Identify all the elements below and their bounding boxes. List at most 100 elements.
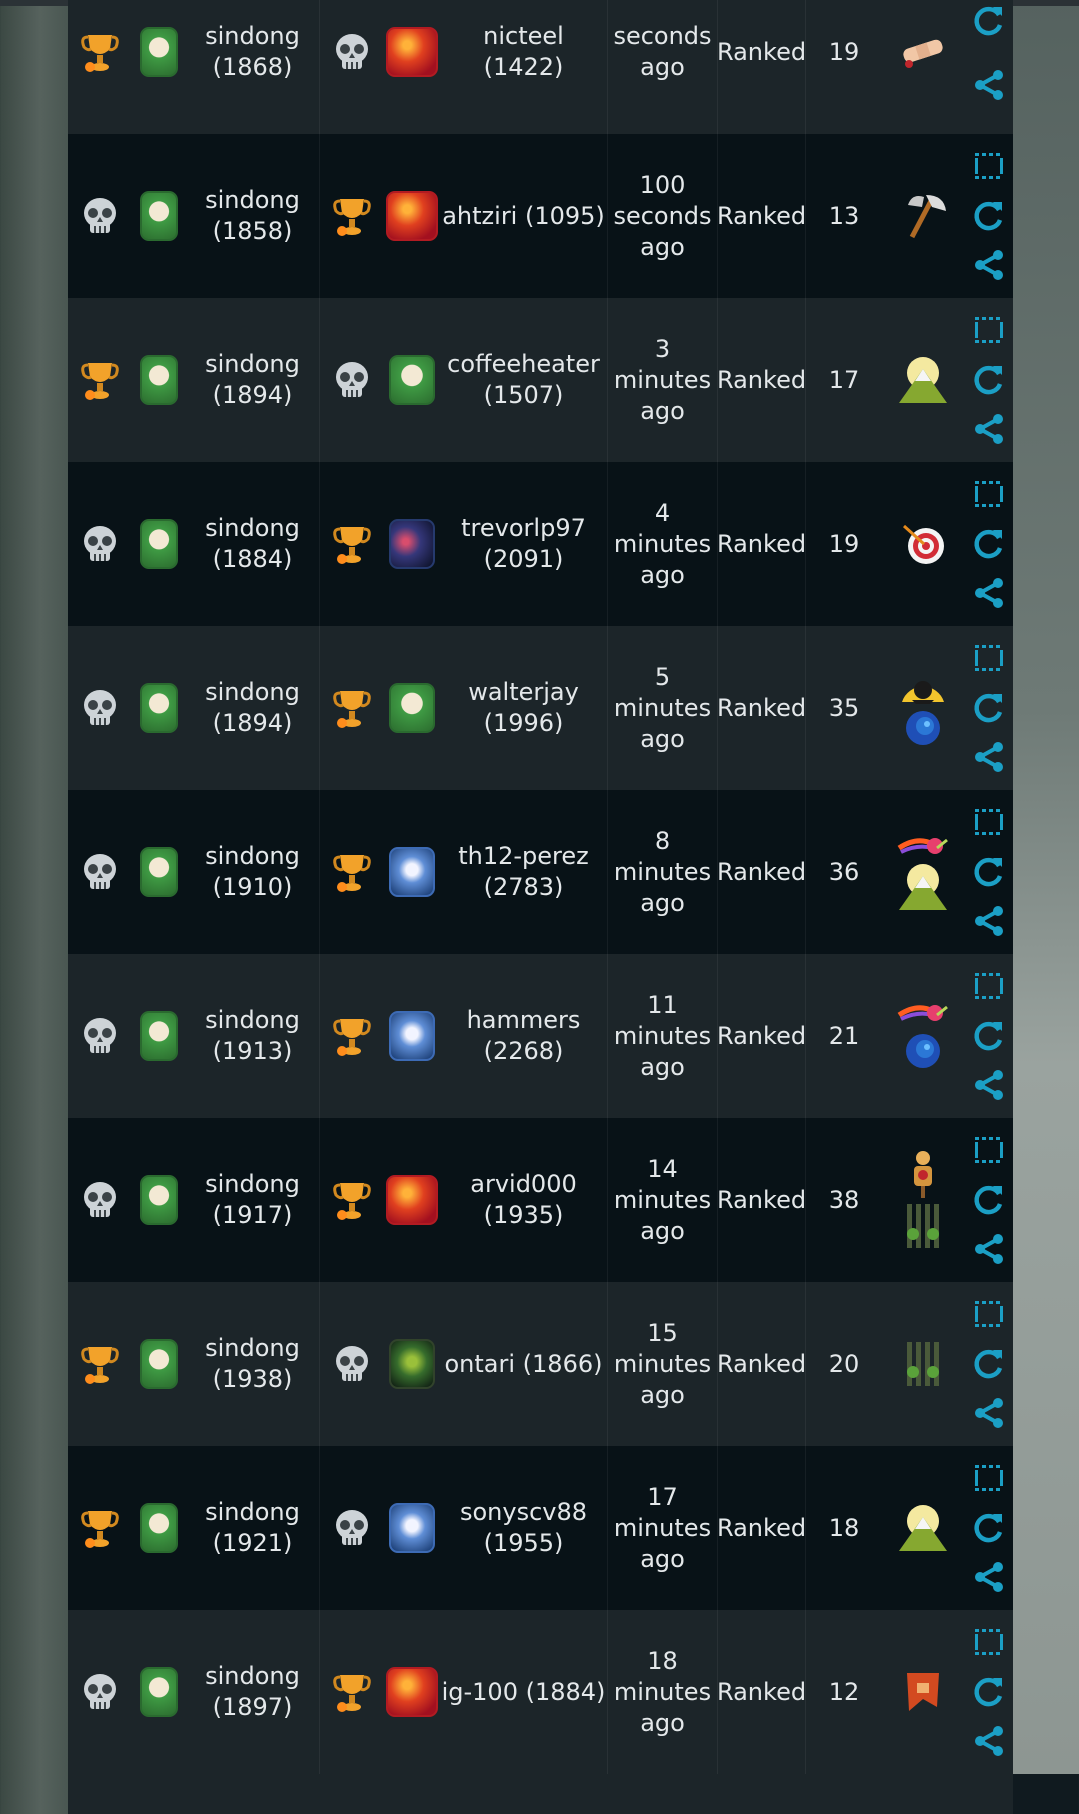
avatar[interactable] bbox=[140, 519, 178, 569]
refresh-icon[interactable] bbox=[972, 1510, 1006, 1544]
player1-info[interactable]: sindong (1910) bbox=[186, 790, 320, 954]
replay-icon[interactable] bbox=[973, 971, 1005, 1001]
player1-name[interactable]: sindong bbox=[205, 1005, 300, 1036]
share-icon[interactable] bbox=[972, 249, 1006, 281]
player2-label[interactable]: arvid000 (1935) bbox=[440, 1169, 607, 1231]
player1-info[interactable]: sindong (1921) bbox=[186, 1446, 320, 1610]
avatar[interactable] bbox=[386, 191, 438, 241]
player1-name[interactable]: sindong bbox=[205, 1497, 300, 1528]
player2-label[interactable]: ahtziri (1095) bbox=[442, 201, 605, 232]
player2-label[interactable]: sonyscv88 (1955) bbox=[440, 1497, 607, 1559]
share-icon[interactable] bbox=[972, 413, 1006, 445]
share-icon[interactable] bbox=[972, 1233, 1006, 1265]
avatar[interactable] bbox=[140, 1339, 178, 1389]
avatar[interactable] bbox=[389, 519, 435, 569]
avatar[interactable] bbox=[140, 847, 178, 897]
match-row[interactable]: sindong (1894) coffeeheater (1507) 3 minutes… bbox=[68, 298, 1013, 462]
avatar[interactable] bbox=[389, 1339, 435, 1389]
match-row[interactable]: sindong (1938) ontari (1866) 15 minutes ago Ra… bbox=[68, 1282, 1013, 1446]
avatar[interactable] bbox=[389, 1011, 435, 1061]
player1-info[interactable]: sindong (1897) bbox=[186, 1610, 320, 1774]
match-row[interactable]: sindong (1910) th12-perez (2783) 8 minutes ag… bbox=[68, 790, 1013, 954]
avatar[interactable] bbox=[140, 1503, 178, 1553]
player2-label[interactable]: coffeeheater (1507) bbox=[440, 349, 607, 411]
player1-name[interactable]: sindong bbox=[205, 513, 300, 544]
share-icon[interactable] bbox=[972, 69, 1006, 101]
share-icon[interactable] bbox=[972, 1725, 1006, 1757]
player2-info[interactable]: walterjay (1996) bbox=[440, 626, 608, 790]
replay-icon[interactable] bbox=[973, 479, 1005, 509]
player2-info[interactable]: nicteel (1422) bbox=[440, 0, 608, 134]
replay-icon[interactable] bbox=[973, 1463, 1005, 1493]
replay-icon[interactable] bbox=[973, 807, 1005, 837]
avatar[interactable] bbox=[389, 683, 435, 733]
replay-icon[interactable] bbox=[973, 315, 1005, 345]
avatar[interactable] bbox=[140, 191, 178, 241]
player2-label[interactable]: hammers (2268) bbox=[440, 1005, 607, 1067]
match-row[interactable]: sindong (1917) arvid000 (1935) 14 minutes ago… bbox=[68, 1118, 1013, 1282]
replay-icon[interactable] bbox=[973, 1135, 1005, 1165]
share-icon[interactable] bbox=[972, 577, 1006, 609]
player2-info[interactable]: hammers (2268) bbox=[440, 954, 608, 1118]
player1-info[interactable]: sindong (1894) bbox=[186, 298, 320, 462]
player1-info[interactable]: sindong (1894) bbox=[186, 626, 320, 790]
player2-label[interactable]: ig-100 (1884) bbox=[442, 1677, 606, 1708]
player1-name[interactable]: sindong bbox=[205, 1333, 300, 1364]
player1-info[interactable]: sindong (1917) bbox=[186, 1118, 320, 1282]
refresh-icon[interactable] bbox=[972, 1674, 1006, 1708]
replay-icon[interactable] bbox=[973, 151, 1005, 181]
refresh-icon[interactable] bbox=[972, 690, 1006, 724]
player2-info[interactable]: sonyscv88 (1955) bbox=[440, 1446, 608, 1610]
share-icon[interactable] bbox=[972, 1069, 1006, 1101]
refresh-icon[interactable] bbox=[972, 3, 1006, 37]
refresh-icon[interactable] bbox=[972, 1018, 1006, 1052]
share-icon[interactable] bbox=[972, 1397, 1006, 1429]
refresh-icon[interactable] bbox=[972, 854, 1006, 888]
player1-name[interactable]: sindong bbox=[205, 349, 300, 380]
player2-info[interactable]: th12-perez (2783) bbox=[440, 790, 608, 954]
match-row[interactable]: sindong (1868) nicteel (1422) seconds ago Ran… bbox=[68, 0, 1013, 134]
player1-name[interactable]: sindong bbox=[205, 21, 300, 52]
player2-label[interactable]: trevorlp97 (2091) bbox=[440, 513, 607, 575]
player2-label[interactable]: th12-perez (2783) bbox=[440, 841, 607, 903]
player2-label[interactable]: walterjay (1996) bbox=[440, 677, 607, 739]
replay-icon[interactable] bbox=[973, 1299, 1005, 1329]
player1-info[interactable]: sindong (1938) bbox=[186, 1282, 320, 1446]
share-icon[interactable] bbox=[972, 1561, 1006, 1593]
avatar[interactable] bbox=[389, 1503, 435, 1553]
refresh-icon[interactable] bbox=[972, 198, 1006, 232]
avatar[interactable] bbox=[386, 1175, 438, 1225]
avatar[interactable] bbox=[140, 1175, 178, 1225]
refresh-icon[interactable] bbox=[972, 1182, 1006, 1216]
player2-label[interactable]: ontari (1866) bbox=[445, 1349, 603, 1380]
avatar[interactable] bbox=[140, 1667, 178, 1717]
match-row[interactable]: sindong (1884) trevorlp97 (2091) 4 minutes ag… bbox=[68, 462, 1013, 626]
player2-info[interactable]: ontari (1866) bbox=[440, 1282, 608, 1446]
player2-info[interactable]: ig-100 (1884) bbox=[440, 1610, 608, 1774]
player1-info[interactable]: sindong (1913) bbox=[186, 954, 320, 1118]
match-row[interactable]: sindong (1913) hammers (2268) 11 minutes ago R… bbox=[68, 954, 1013, 1118]
avatar[interactable] bbox=[386, 1667, 438, 1717]
avatar[interactable] bbox=[140, 355, 178, 405]
player1-info[interactable]: sindong (1868) bbox=[186, 0, 320, 134]
player1-name[interactable]: sindong bbox=[205, 185, 300, 216]
replay-icon[interactable] bbox=[973, 643, 1005, 673]
player2-info[interactable]: ahtziri (1095) bbox=[440, 134, 608, 298]
player2-info[interactable]: arvid000 (1935) bbox=[440, 1118, 608, 1282]
avatar[interactable] bbox=[140, 27, 178, 77]
player1-name[interactable]: sindong bbox=[205, 1661, 300, 1692]
match-row[interactable]: sindong (1921) sonyscv88 (1955) 17 minutes ag… bbox=[68, 1446, 1013, 1610]
player1-info[interactable]: sindong (1858) bbox=[186, 134, 320, 298]
avatar[interactable] bbox=[389, 847, 435, 897]
avatar[interactable] bbox=[140, 1011, 178, 1061]
match-row[interactable]: sindong (1858) ahtziri (1095) 100 seconds ago… bbox=[68, 134, 1013, 298]
share-icon[interactable] bbox=[972, 741, 1006, 773]
avatar[interactable] bbox=[386, 27, 438, 77]
refresh-icon[interactable] bbox=[972, 1346, 1006, 1380]
player1-name[interactable]: sindong bbox=[205, 677, 300, 708]
replay-icon[interactable] bbox=[973, 1627, 1005, 1657]
refresh-icon[interactable] bbox=[972, 526, 1006, 560]
player2-label[interactable]: nicteel (1422) bbox=[440, 21, 607, 83]
avatar[interactable] bbox=[140, 683, 178, 733]
player1-info[interactable]: sindong (1884) bbox=[186, 462, 320, 626]
